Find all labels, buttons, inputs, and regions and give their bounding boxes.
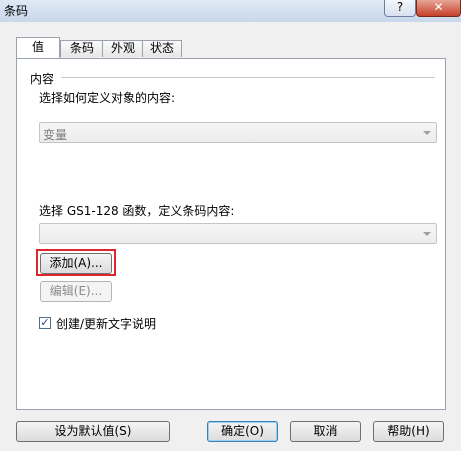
tab-appearance[interactable]: 外观 bbox=[102, 40, 144, 57]
tab-barcode-label: 条码 bbox=[69, 41, 94, 55]
tab-status-label: 状态 bbox=[149, 41, 174, 55]
edit-button[interactable]: 编辑(E)... bbox=[40, 281, 112, 302]
gs1-combo[interactable] bbox=[39, 223, 437, 244]
tab-appearance-label: 外观 bbox=[110, 41, 135, 55]
close-icon: ✕ bbox=[433, 0, 444, 14]
cancel-button[interactable]: 取消 bbox=[290, 421, 361, 442]
define-combo-value: 变量 bbox=[43, 128, 68, 142]
tab-value-label: 值 bbox=[31, 40, 44, 54]
dialog-client: 值 条码 外观 状态 内容 选择如何定义对象的内容: 变量 选择 GS1-128… bbox=[0, 22, 461, 451]
group-label: 内容 bbox=[30, 72, 55, 86]
help-icon: ? bbox=[396, 0, 404, 14]
close-title-button[interactable]: ✕ bbox=[416, 0, 461, 17]
chevron-down-icon bbox=[423, 232, 431, 236]
set-default-button[interactable]: 设为默认值(S) bbox=[16, 421, 170, 442]
highlight-box bbox=[36, 249, 116, 276]
help-title-button[interactable]: ? bbox=[384, 0, 416, 17]
define-combo[interactable]: 变量 bbox=[39, 122, 437, 143]
help-button[interactable]: 帮助(H) bbox=[373, 421, 444, 442]
check-icon: ✓ bbox=[39, 316, 51, 329]
tab-barcode[interactable]: 条码 bbox=[60, 40, 104, 57]
define-prompt: 选择如何定义对象的内容: bbox=[39, 91, 176, 105]
ok-button[interactable]: 确定(O) bbox=[207, 421, 278, 442]
group-divider bbox=[61, 77, 435, 79]
tab-value[interactable]: 值 bbox=[16, 37, 60, 58]
chevron-down-icon bbox=[423, 131, 431, 135]
gs1-prompt: 选择 GS1-128 函数，定义条码内容: bbox=[39, 204, 235, 218]
window-title: 条码 bbox=[4, 4, 29, 18]
title-bar: 条码 ? ✕ bbox=[0, 0, 461, 23]
checkbox-label: 创建/更新文字说明 bbox=[56, 317, 157, 331]
tab-status[interactable]: 状态 bbox=[142, 40, 182, 57]
tab-panel: 内容 选择如何定义对象的内容: 变量 选择 GS1-128 函数，定义条码内容:… bbox=[16, 58, 446, 410]
